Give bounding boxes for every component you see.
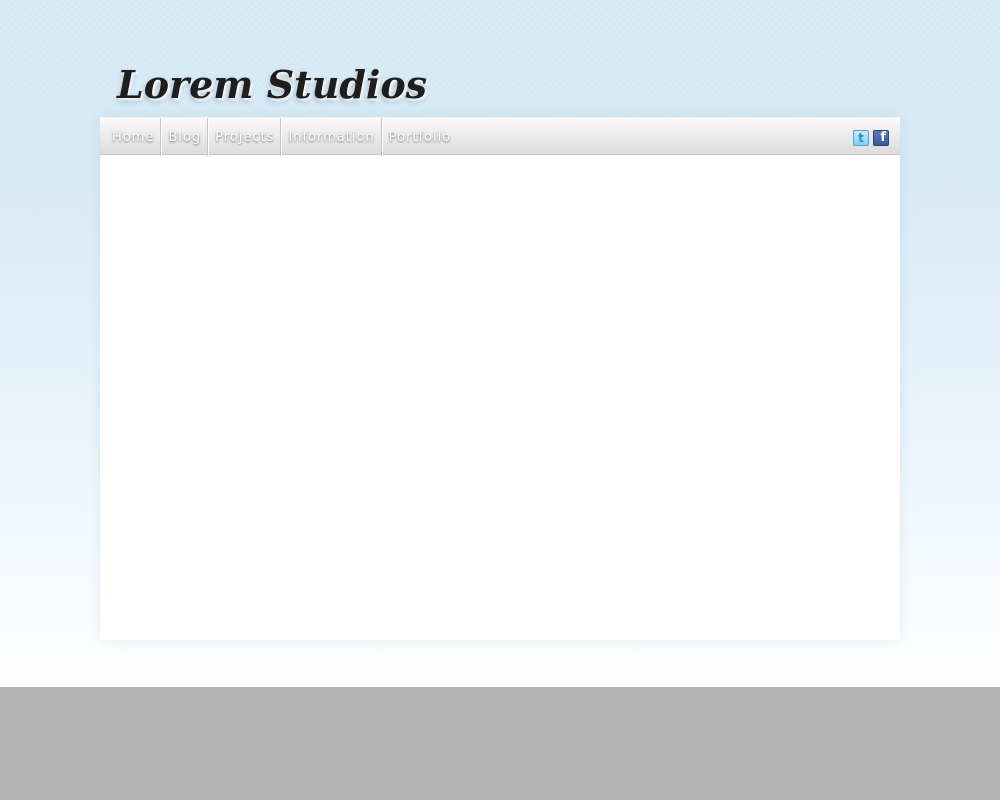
footer <box>0 687 1000 800</box>
nav-menu: Home Blog Projects Information Portfolio <box>106 118 457 156</box>
social-links: t f <box>853 130 889 146</box>
facebook-icon[interactable]: f <box>873 130 889 146</box>
site-logo[interactable]: Lorem Studios <box>117 62 427 107</box>
nav-item-blog[interactable]: Blog <box>162 118 207 156</box>
nav-item-home[interactable]: Home <box>106 118 160 156</box>
nav-item-information[interactable]: Information <box>282 118 380 156</box>
nav-bar: Home Blog Projects Information Portfolio… <box>100 117 900 156</box>
nav-item-portfolio[interactable]: Portfolio <box>383 118 457 156</box>
nav-item-projects[interactable]: Projects <box>209 118 280 156</box>
content-area <box>100 155 900 640</box>
main-container: Home Blog Projects Information Portfolio… <box>100 117 900 640</box>
twitter-icon[interactable]: t <box>853 130 869 146</box>
